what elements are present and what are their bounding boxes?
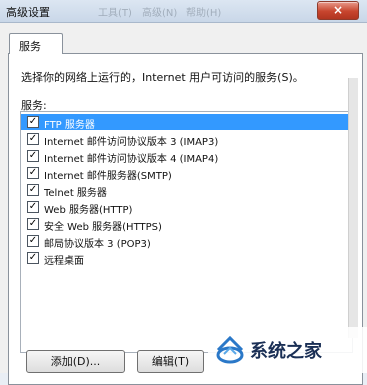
tab-label: 服务 [19, 40, 41, 53]
service-checkbox[interactable]: ✓ [27, 167, 39, 179]
service-label: Internet 邮件访问协议版本 4 (IMAP4) [44, 154, 219, 165]
service-row[interactable]: ✓ FTP 服务器 [21, 114, 348, 131]
service-label: Internet 邮件服务器(SMTP) [44, 171, 172, 182]
logo-icon [216, 335, 244, 364]
service-row[interactable]: ✓ Internet 邮件访问协议版本 3 (IMAP3) [21, 131, 348, 148]
service-row[interactable]: ✓ Internet 邮件访问协议版本 4 (IMAP4) [21, 148, 348, 165]
service-checkbox[interactable]: ✓ [27, 201, 39, 213]
service-row[interactable]: ✓ 远程桌面 [21, 250, 348, 267]
close-button[interactable]: × [317, 1, 359, 20]
service-checkbox[interactable]: ✓ [27, 184, 39, 196]
title-bar: 高级设置 工具(T) 高级(N) 帮助(H) × [0, 0, 367, 23]
service-checkbox[interactable]: ✓ [27, 235, 39, 247]
service-label: Telnet 服务器 [44, 188, 107, 199]
background-menu-text: 高级(N) [142, 8, 178, 19]
close-icon: × [332, 3, 344, 17]
background-menu-text: 工具(T) [98, 8, 132, 19]
service-checkbox[interactable]: ✓ [27, 218, 39, 230]
service-label: Internet 邮件访问协议版本 3 (IMAP3) [44, 137, 219, 148]
dialog-body: 服务 选择你的网络上运行的，Internet 用户可访问的服务(S)。 服务: … [0, 23, 367, 385]
service-row[interactable]: ✓ Web 服务器(HTTP) [21, 199, 348, 216]
service-checkbox[interactable]: ✓ [27, 252, 39, 264]
service-label: FTP 服务器 [44, 120, 95, 131]
window-title: 高级设置 [6, 6, 50, 19]
services-list[interactable]: ✓ FTP 服务器 ✓ Internet 邮件访问协议版本 3 (IMAP3) ✓ Int… [20, 111, 353, 353]
service-row[interactable]: ✓ 安全 Web 服务器(HTTPS) [21, 216, 348, 233]
service-label: 安全 Web 服务器(HTTPS) [44, 222, 162, 233]
edit-button[interactable]: 编辑(T) [137, 350, 204, 373]
service-label: 邮局协议版本 3 (POP3) [44, 239, 151, 250]
add-button[interactable]: 添加(D)... [26, 350, 125, 373]
service-checkbox[interactable]: ✓ [27, 116, 39, 128]
tab-services[interactable]: 服务 [9, 33, 63, 54]
watermark-text: 系统之家 [250, 341, 322, 362]
panel-description: 选择你的网络上运行的，Internet 用户可访问的服务(S)。 [21, 71, 304, 84]
service-checkbox[interactable]: ✓ [27, 133, 39, 145]
service-row[interactable]: ✓ 邮局协议版本 3 (POP3) [21, 233, 348, 250]
service-label: Web 服务器(HTTP) [44, 205, 133, 216]
service-checkbox[interactable]: ✓ [27, 150, 39, 162]
service-label: 远程桌面 [44, 256, 84, 267]
service-row[interactable]: ✓ Telnet 服务器 [21, 182, 348, 199]
watermark: 系统之家 [208, 327, 367, 373]
background-menu-text: 帮助(H) [186, 8, 222, 19]
service-row[interactable]: ✓ Internet 邮件服务器(SMTP) [21, 165, 348, 182]
scrollbar[interactable] [348, 78, 358, 338]
